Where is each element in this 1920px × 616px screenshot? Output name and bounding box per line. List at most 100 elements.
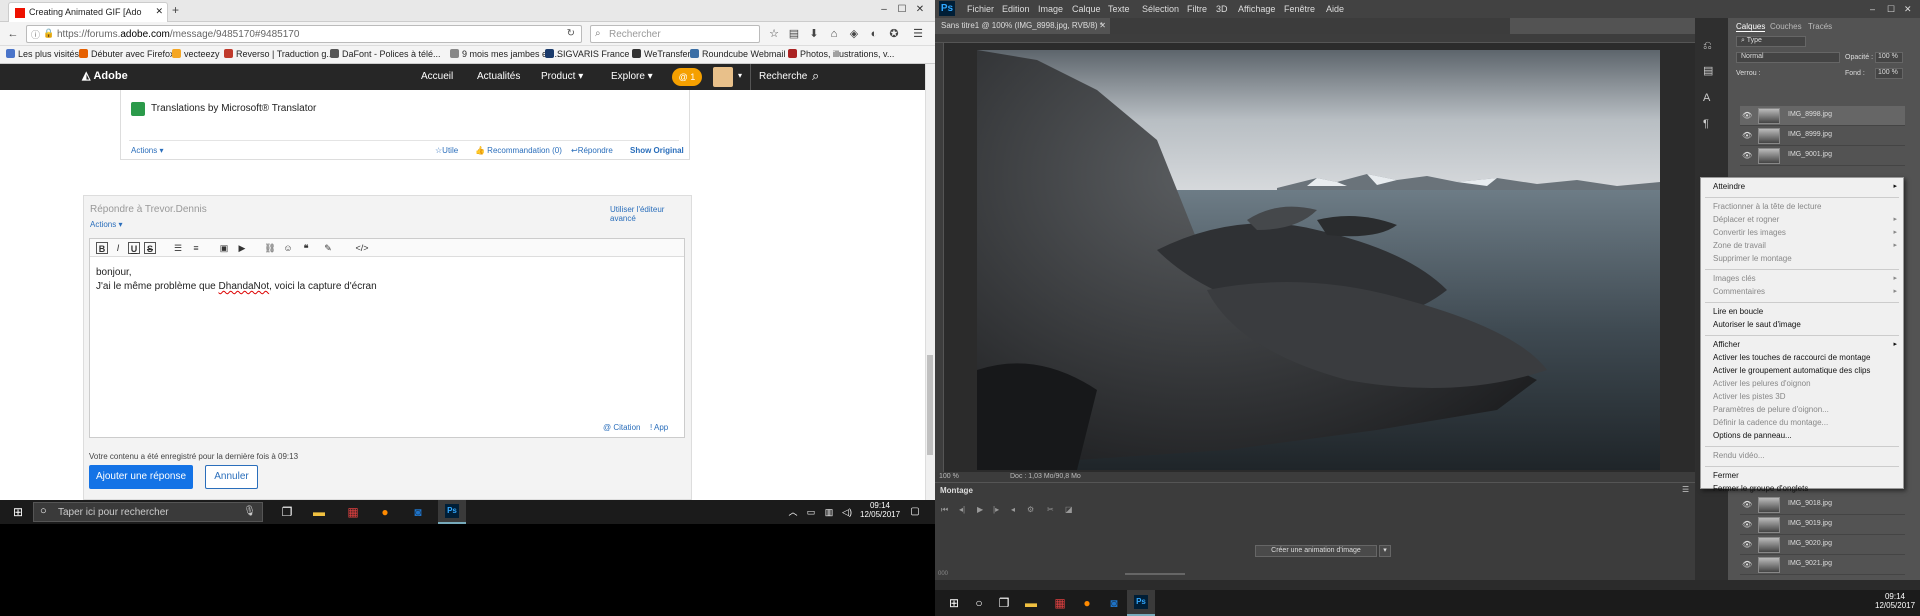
post-actions-link[interactable]: Actions ▾ bbox=[131, 146, 163, 155]
tab-calques[interactable]: Calques bbox=[1736, 22, 1766, 32]
context-menu-item[interactable]: Autoriser le saut d'image bbox=[1701, 319, 1903, 331]
opacity-input[interactable]: 100 % bbox=[1875, 52, 1903, 63]
close-window-icon[interactable]: ✕ bbox=[913, 4, 927, 16]
layer-row[interactable]: 👁 IMG_9001.jpg bbox=[1740, 146, 1905, 166]
layer-row[interactable]: 👁 IMG_8999.jpg bbox=[1740, 126, 1905, 146]
avatar-chevron-icon[interactable]: ▾ bbox=[738, 71, 742, 80]
file-explorer-icon[interactable]: ▬ bbox=[311, 504, 327, 520]
context-menu-item[interactable]: Options de panneau... bbox=[1701, 430, 1903, 442]
menu-icon[interactable]: ☰ bbox=[910, 26, 926, 42]
photoshop-taskbar-button[interactable]: Ps bbox=[438, 500, 466, 524]
context-menu-item[interactable]: Afficher ▸ bbox=[1701, 339, 1903, 351]
layer-row[interactable]: 👁 IMG_8998.jpg bbox=[1740, 106, 1905, 126]
firefox-icon[interactable]: ● bbox=[377, 504, 393, 520]
menu-edition[interactable]: Edition bbox=[1002, 4, 1030, 14]
bookmark-item[interactable]: Reverso | Traduction g... bbox=[224, 49, 334, 59]
properties-icon[interactable]: ▤ bbox=[1703, 64, 1713, 77]
zoom-readout[interactable]: 100 % bbox=[939, 473, 959, 480]
notifications-icon[interactable]: ▢ bbox=[907, 504, 923, 520]
new-tab-icon[interactable]: + bbox=[172, 3, 179, 17]
image-icon[interactable]: ▣ bbox=[218, 242, 230, 254]
menu-filtre[interactable]: Filtre bbox=[1187, 4, 1207, 14]
history-icon[interactable]: ⎌ bbox=[1703, 40, 1712, 53]
addon-icon[interactable]: ✪ bbox=[886, 26, 902, 42]
numbered-list-icon[interactable]: ≡ bbox=[190, 242, 202, 254]
menu-fenetre[interactable]: Fenêtre bbox=[1284, 4, 1315, 14]
outlook-icon[interactable]: ◙ bbox=[1106, 595, 1122, 611]
add-reply-button[interactable]: Ajouter une réponse bbox=[89, 465, 193, 489]
bold-icon[interactable]: B bbox=[96, 242, 108, 254]
nav-search-label[interactable]: Recherche bbox=[759, 71, 807, 82]
character-icon[interactable]: A bbox=[1703, 92, 1710, 104]
context-menu-item[interactable]: Atteindre ▸ bbox=[1701, 181, 1903, 193]
bookmark-star-icon[interactable]: ☆ bbox=[766, 26, 782, 42]
audio-icon[interactable]: ◂ bbox=[1011, 505, 1015, 514]
store-icon[interactable]: ▦ bbox=[1052, 595, 1068, 611]
menu-affichage[interactable]: Affichage bbox=[1238, 4, 1275, 14]
go-first-icon[interactable]: ⏮ bbox=[941, 505, 948, 515]
recommend-link[interactable]: 👍 Recommandation (0) bbox=[475, 146, 562, 155]
context-menu-item[interactable]: Fermer bbox=[1701, 470, 1903, 482]
prev-frame-icon[interactable]: ◂| bbox=[959, 505, 965, 514]
strikethrough-icon[interactable]: S bbox=[144, 242, 156, 254]
adobe-logo[interactable]: ◭ Adobe bbox=[82, 69, 128, 82]
bookmark-item[interactable]: 9 mois mes jambes et ... bbox=[450, 49, 560, 59]
tray-chevron-icon[interactable]: ︿ bbox=[785, 504, 801, 520]
create-animation-dropdown-icon[interactable]: ▾ bbox=[1379, 545, 1391, 557]
download-icon[interactable]: ⬇ bbox=[806, 26, 822, 42]
citation-link[interactable]: @ Citation bbox=[603, 423, 640, 432]
play-icon[interactable]: ▶ bbox=[977, 505, 983, 514]
canvas-photo[interactable] bbox=[977, 50, 1660, 470]
microphone-icon[interactable]: 🎙 bbox=[243, 506, 256, 517]
menu-aide[interactable]: Aide bbox=[1326, 4, 1344, 14]
taskbar-clock[interactable]: 09:14 12/05/2017 bbox=[860, 501, 900, 519]
layer-row[interactable]: 👁 IMG_9018.jpg bbox=[1740, 495, 1905, 515]
taskbar-search[interactable]: ○ Taper ici pour rechercher 🎙 bbox=[33, 502, 263, 522]
html-icon[interactable]: </> bbox=[352, 242, 372, 254]
timeline-menu-icon[interactable]: ☰ bbox=[1682, 485, 1689, 494]
rich-text-editor[interactable]: B I U S ☰ ≡ ▣ ▶ ⛓ ☺ ❝ ✎ </> bonjour, J'a… bbox=[89, 238, 685, 438]
blend-mode-select[interactable]: Normal bbox=[1736, 52, 1840, 63]
volume-icon[interactable]: ◁) bbox=[839, 504, 855, 520]
context-menu-item[interactable]: Activer les touches de raccourci de mont… bbox=[1701, 352, 1903, 364]
underline-icon[interactable]: U bbox=[128, 242, 140, 254]
format-icon[interactable]: ✎ bbox=[322, 242, 334, 254]
task-view-icon[interactable]: ❐ bbox=[279, 504, 295, 520]
split-icon[interactable]: ✂ bbox=[1047, 505, 1054, 514]
link-icon[interactable]: ⛓ bbox=[264, 242, 276, 254]
fill-input[interactable]: 100 % bbox=[1875, 68, 1903, 79]
menu-texte[interactable]: Texte bbox=[1108, 4, 1130, 14]
search-input[interactable]: ⌕ Rechercher bbox=[590, 25, 760, 43]
nav-product[interactable]: Product ▾ bbox=[541, 71, 583, 82]
taskbar-clock[interactable]: 09:14 12/05/2017 bbox=[1875, 592, 1915, 610]
layer-row[interactable]: 👁 IMG_9021.jpg bbox=[1740, 555, 1905, 575]
reload-icon[interactable]: ↻ bbox=[567, 28, 575, 39]
bookmark-item[interactable]: Photos, illustrations, v... bbox=[788, 49, 894, 59]
scrollbar-thumb[interactable] bbox=[927, 355, 933, 455]
outlook-icon[interactable]: ◙ bbox=[410, 504, 426, 520]
document-tab[interactable]: Sans titre1 @ 100% (IMG_8998.jpg, RVB/8)… bbox=[935, 18, 1110, 34]
bookmark-item[interactable]: WeTransfer bbox=[632, 49, 691, 59]
nav-explore[interactable]: Explore ▾ bbox=[611, 71, 653, 82]
show-original-link[interactable]: Show Original bbox=[630, 146, 684, 155]
photoshop-taskbar-button[interactable]: Ps bbox=[1127, 590, 1155, 616]
nav-actualites[interactable]: Actualités bbox=[477, 71, 520, 82]
task-view-icon[interactable]: ❐ bbox=[996, 595, 1012, 611]
maximize-icon[interactable]: ☐ bbox=[895, 4, 909, 16]
visibility-eye-icon[interactable]: 👁 bbox=[1742, 520, 1752, 529]
info-icon[interactable]: ⓘ bbox=[31, 28, 40, 41]
emoji-icon[interactable]: ☺ bbox=[282, 242, 294, 254]
visibility-eye-icon[interactable]: 👁 bbox=[1742, 500, 1752, 509]
layer-row[interactable]: 👁 IMG_9019.jpg bbox=[1740, 515, 1905, 535]
url-bar[interactable]: ⓘ 🔒 https://forums.adobe.com/message/948… bbox=[26, 25, 582, 43]
layer-row[interactable]: 👁 IMG_9020.jpg bbox=[1740, 535, 1905, 555]
doc-info[interactable]: Doc : 1,03 Mo/90,8 Mo bbox=[1010, 473, 1081, 480]
italic-icon[interactable]: I bbox=[112, 242, 124, 254]
bookmark-item[interactable]: Débuter avec Firefox bbox=[79, 49, 175, 59]
menu-3d[interactable]: 3D bbox=[1216, 4, 1228, 14]
tab-traces[interactable]: Tracés bbox=[1808, 22, 1832, 31]
bookmark-item[interactable]: Roundcube Webmail ... bbox=[690, 49, 795, 59]
next-frame-icon[interactable]: |▸ bbox=[993, 505, 999, 514]
bookmark-item[interactable]: DaFont - Polices à télé... bbox=[330, 49, 441, 59]
cancel-button[interactable]: Annuler bbox=[205, 465, 258, 489]
